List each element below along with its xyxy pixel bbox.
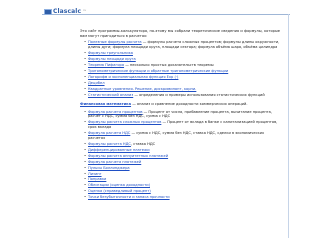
list-item-link[interactable]: Полезные формулы расчета (88, 40, 142, 44)
list-item-desc: — несколько простых доказательств теорем… (124, 62, 214, 67)
list-item: Точки безубыточности и запаса прочности (84, 195, 280, 200)
list-item: Формулы расчета аннуитетных платежей (84, 154, 280, 159)
list-item: Поправки (84, 177, 280, 182)
list-item: Оценка (справедливый процент) (84, 189, 280, 194)
list-item: Статистический анализ — определения и пр… (84, 93, 280, 98)
list-item-link[interactable]: Формулы площади круга (88, 57, 136, 61)
list-item-link[interactable]: Точки безубыточности и запаса прочности (88, 195, 170, 199)
list-item: Лизинг (84, 172, 280, 177)
list-item-link[interactable]: Формула расчета процентов (88, 110, 143, 114)
list-item: Квадратные уравнения. Решение, дискримин… (84, 87, 280, 92)
list-item-link[interactable]: Дифференцированные платежи (88, 148, 150, 152)
list-item-link[interactable]: Формулы расчета сложных процентов (88, 120, 161, 124)
list-item: Формулы расчета НДС, ставка НДС (84, 142, 280, 147)
list-item: Дифференцированные платежи (84, 148, 280, 153)
finance-section-desc: — анализ и сравнение доходности коммерче… (131, 102, 248, 107)
list-item: Формула расчета платежей (84, 160, 280, 165)
logo-text: Clascalc (53, 7, 82, 15)
list-item: Пульсы Боллинджера (84, 166, 280, 171)
main-content: Это сайт программы-калькулятора, по-этом… (80, 29, 280, 201)
list-item: Теорема Пифагора — несколько простых док… (84, 63, 280, 68)
list-item: Формулы площади круга (84, 57, 280, 62)
list-item: Формула расчета процентов — Процент от ч… (84, 110, 280, 119)
logo-suffix: ru (83, 8, 87, 12)
list-item-link[interactable]: Формулы треугольника (88, 51, 133, 55)
finance-list: Формула расчета процентов — Процент от ч… (80, 110, 280, 200)
list-item-link[interactable]: Статистический анализ (88, 93, 133, 97)
list-item-link[interactable]: Децибел (88, 81, 105, 85)
list-item-link[interactable]: Оценка (справедливый процент) (88, 189, 151, 193)
list-item-desc: , ставка НДС (130, 141, 156, 146)
list-item-link[interactable]: Лизинг (88, 172, 102, 176)
list-item-link[interactable]: Тригонометрические функции и обратные тр… (88, 69, 228, 73)
finance-section-link[interactable]: Финансовая математика (80, 102, 131, 106)
list-item: Облигации (оценка доходности) (84, 183, 280, 188)
intro-text: Это сайт программы-калькулятора, по-этом… (80, 29, 280, 38)
list-item-link[interactable]: Логарифм и экспоненциальная функция Exp … (88, 75, 178, 79)
list-item-link[interactable]: Пульсы Боллинджера (88, 166, 130, 170)
list-item-link[interactable]: Формулы расчета НДС (88, 142, 131, 146)
list-item-link[interactable]: Формула расчета платежей (88, 160, 141, 164)
list-item-desc: — определения и примеры использования ст… (133, 92, 265, 97)
site-logo[interactable]: Clascalc ru (44, 8, 86, 16)
list-item: Формулы расчета сложных процентов — Проц… (84, 120, 280, 129)
formulas-list: Полезные формулы расчета — формулы расче… (80, 40, 280, 97)
list-item: Формула расчета НДС — сумма с НДС, сумма… (84, 131, 280, 140)
list-item-link[interactable]: Теорема Пифагора (88, 63, 124, 67)
calculator-icon (44, 9, 52, 15)
list-item-link[interactable]: Поправки (88, 177, 106, 181)
list-item-link[interactable]: Облигации (оценка доходности) (88, 183, 150, 187)
list-item: Децибел (84, 81, 280, 86)
list-item: Формулы треугольника (84, 51, 280, 56)
list-item-link[interactable]: Формулы расчета аннуитетных платежей (88, 154, 168, 158)
list-item: Логарифм и экспоненциальная функция Exp … (84, 75, 280, 80)
list-item: Полезные формулы расчета — формулы расче… (84, 40, 280, 49)
right-border (288, 14, 289, 238)
finance-section: Финансовая математика — анализ и сравнен… (80, 102, 280, 107)
list-item-link[interactable]: Формула расчета НДС (88, 131, 130, 135)
list-item: Тригонометрические функции и обратные тр… (84, 69, 280, 74)
list-item-link[interactable]: Квадратные уравнения. Решение, дискримин… (88, 87, 196, 91)
